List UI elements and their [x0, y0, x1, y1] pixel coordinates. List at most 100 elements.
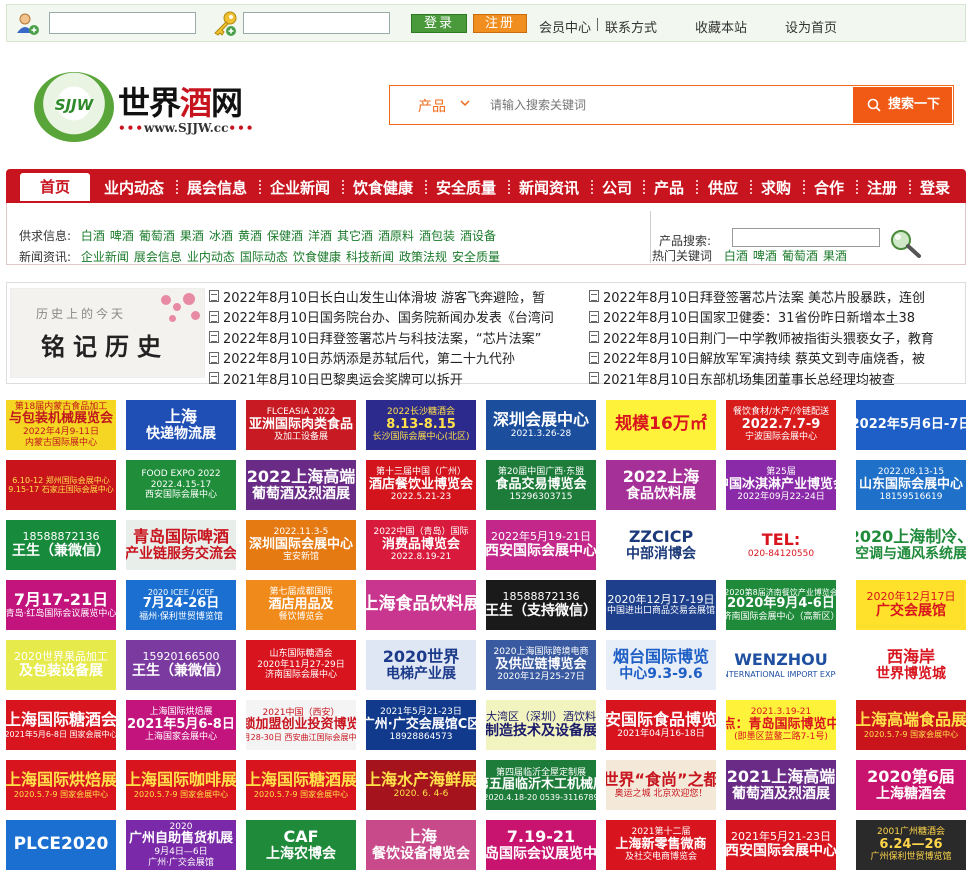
contact-link[interactable]: 联系方式: [605, 17, 657, 36]
supply-link[interactable]: 黄酒: [238, 229, 262, 243]
exhibition-ad-banner[interactable]: 2020 ICEE / ICEF 7月24-26日 福州·保利世贸博览馆: [126, 580, 236, 630]
exhibition-ad-banner[interactable]: 2022.08.13-15 山东国际会展中心 18159516619: [856, 460, 966, 510]
supply-link[interactable]: 冰酒: [209, 229, 233, 243]
exhibition-ad-banner[interactable]: 2022年5月6日-7日: [856, 400, 966, 450]
exhibition-ad-banner[interactable]: 第十三届中国（广州） 酒店餐饮业博览会 2022.5.21-23: [366, 460, 476, 510]
exhibition-ad-banner[interactable]: 2022长沙糖酒会 8.13-8.15 长沙国际会展中心(北区): [366, 400, 476, 450]
supply-link[interactable]: 酒原料: [378, 229, 414, 243]
search-input[interactable]: [490, 94, 830, 116]
supply-link[interactable]: 葡萄酒: [139, 229, 175, 243]
login-button[interactable]: 登录: [411, 14, 467, 33]
exhibition-ad-banner[interactable]: 第七届成都国际 酒店用品及 餐饮博览会: [246, 580, 356, 630]
exhibition-ad-banner[interactable]: 2022中国（青岛）国际 消费品博览会 2022.8.19-21: [366, 520, 476, 570]
news-item[interactable]: 2022年8月10日拜登签署芯片法案 美芯片股暴跌，连创: [589, 286, 959, 307]
exhibition-ad-banner[interactable]: FOOD EXPO 2022 2022.4.15-17 西安国际会展中心: [126, 460, 236, 510]
nav-safety-quality[interactable]: 安全质量: [436, 177, 496, 198]
exhibition-ad-banner[interactable]: 2001广州糖酒会 6.24—26 广州保利世贸博览馆: [856, 820, 966, 870]
exhibition-ad-banner[interactable]: 2021第十二届 上海新零售微商 及社交电商博览会: [606, 820, 716, 870]
exhibition-ad-banner[interactable]: 第四届临沂全屋定制展第五届临沂木工机械展2020.4.18-20 0539-31…: [486, 760, 596, 810]
nav-industry-news[interactable]: 业内动态: [104, 177, 164, 198]
supply-link[interactable]: 酒设备: [460, 229, 496, 243]
nav-cooperation[interactable]: 合作: [814, 177, 844, 198]
search-category-select[interactable]: 产品: [418, 96, 446, 116]
exhibition-ad-banner[interactable]: 6.10-12 郑州国际会展中心 9.15-17 石家庄国际会展中心: [6, 460, 116, 510]
exhibition-ad-banner[interactable]: 西海岸 世界博览城: [856, 640, 966, 690]
exhibition-ad-banner[interactable]: 规模16万㎡: [606, 400, 716, 450]
logo-badge[interactable]: SJJW: [34, 72, 114, 142]
username-input[interactable]: [49, 12, 196, 34]
news-category-link[interactable]: 国际动态: [240, 250, 288, 264]
hot-keyword-link[interactable]: 白酒: [724, 249, 748, 263]
set-homepage-link[interactable]: 设为首页: [785, 17, 837, 36]
exhibition-ad-banner[interactable]: 2020上海国际跨境电商 及供应链博览会 2020年12月25-27日: [486, 640, 596, 690]
exhibition-ad-banner[interactable]: TEL: 020-84120550: [726, 520, 836, 570]
exhibition-ad-banner[interactable]: 上海国际烘焙展 2021年5月6-8日 上海国家会展中心: [126, 700, 236, 750]
nav-company[interactable]: 公司: [602, 177, 632, 198]
news-item[interactable]: 2021年8月10日巴黎奥运会奖牌可以拆开: [209, 368, 579, 389]
exhibition-ad-banner[interactable]: 2021.3.19-21地点：青岛国际博览中心(即墨区蓝鳌二路7-1号): [726, 700, 836, 750]
exhibition-ad-banner[interactable]: 餐饮食材/水产/冷链配送 2022.7.7-9 宁波国际会展中心: [726, 400, 836, 450]
nav-register[interactable]: 注册: [867, 177, 897, 198]
exhibition-ad-banner[interactable]: CAF 上海农博会: [246, 820, 356, 870]
logo-title[interactable]: 世界酒网: [118, 78, 243, 124]
supply-link[interactable]: 啤酒: [110, 229, 134, 243]
exhibition-ad-banner[interactable]: 15920166500 王生（兼微信）: [126, 640, 236, 690]
exhibition-ad-banner[interactable]: 2020 广州自助售货机展 9月4日—6日 广州·广交会展馆: [126, 820, 236, 870]
exhibition-ad-banner[interactable]: 2021年5月21-23日 西安国际会展中心: [726, 820, 836, 870]
hot-keyword-link[interactable]: 果酒: [823, 249, 847, 263]
exhibition-ad-banner[interactable]: 7月17-21日 青岛·红岛国际会议展览中心: [6, 580, 116, 630]
chevron-down-icon[interactable]: [458, 96, 472, 110]
exhibition-ad-banner[interactable]: 上海食品饮料展: [366, 580, 476, 630]
news-category-link[interactable]: 饮食健康: [293, 250, 341, 264]
exhibition-ad-banner[interactable]: 第18届内蒙古食品加工 与包装机械展览会 2022年4月9-11日 内蒙古国际展中心: [6, 400, 116, 450]
news-category-link[interactable]: 企业新闻: [81, 250, 129, 264]
exhibition-ad-banner[interactable]: 上海 快递物流展: [126, 400, 236, 450]
exhibition-ad-banner[interactable]: 烟台国际博览 中心9.3-9.6: [606, 640, 716, 690]
exhibition-ad-banner[interactable]: 上海高端食品展 2020.5.7-9 国家会展中心: [856, 700, 966, 750]
exhibition-ad-banner[interactable]: 2020年12月17-19日 中国进出口商品交易会展馆: [606, 580, 716, 630]
exhibition-ad-banner[interactable]: 7.19-21红岛国际会议展览中心: [486, 820, 596, 870]
exhibition-ad-banner[interactable]: FLCEASIA 2022 亚洲国际肉类食品 及加工设备展: [246, 400, 356, 450]
exhibition-ad-banner[interactable]: 上海国际烘焙展 2020.5.7-9 国家会展中心: [6, 760, 116, 810]
exhibition-ad-banner[interactable]: ZZCICP 中部消博会: [606, 520, 716, 570]
search-button[interactable]: 搜索一下: [853, 87, 952, 123]
exhibition-ad-banner[interactable]: WENZHOU INTERNATIONAL IMPORT EXPO: [726, 640, 836, 690]
news-category-link[interactable]: 安全质量: [452, 250, 500, 264]
nav-home[interactable]: 首页: [20, 173, 90, 201]
exhibition-ad-banner[interactable]: 2020年12月17日 广交会展馆: [856, 580, 966, 630]
nav-supply[interactable]: 供应: [708, 177, 738, 198]
hot-keyword-link[interactable]: 葡萄酒: [782, 249, 818, 263]
exhibition-ad-banner[interactable]: PLCE2020: [6, 820, 116, 870]
exhibition-ad-banner[interactable]: 第25届中国冰淇淋产业博览会2022年09月22-24日: [726, 460, 836, 510]
exhibition-ad-banner[interactable]: 18588872136 王生（支持微信）: [486, 580, 596, 630]
supply-link[interactable]: 酒包装: [419, 229, 455, 243]
exhibition-ad-banner[interactable]: 2022上海高端 葡萄酒及烈酒展: [246, 460, 356, 510]
exhibition-ad-banner[interactable]: 上海国际糖酒展 2020.5.7-9 国家会展中心: [246, 760, 356, 810]
supply-link[interactable]: 保健酒: [267, 229, 303, 243]
nav-login[interactable]: 登录: [920, 177, 950, 198]
history-banner[interactable]: 历史上的今天 铭记历史: [10, 288, 205, 378]
exhibition-ad-banner[interactable]: 18588872136 王生（兼微信）: [6, 520, 116, 570]
news-item[interactable]: 2022年8月10日荆门一中学教师被指街头猥亵女子，教育: [589, 327, 959, 348]
nav-exhibitions[interactable]: 展会信息: [187, 177, 247, 198]
news-item[interactable]: 2022年8月10日国务院台办、国务院新闻办发表《台湾问: [209, 307, 579, 328]
nav-news[interactable]: 新闻资讯: [519, 177, 579, 198]
news-item[interactable]: 2022年8月10日拜登签署芯片与科技法案，“芯片法案”: [209, 327, 579, 348]
news-category-link[interactable]: 政策法规: [399, 250, 447, 264]
exhibition-ad-banner[interactable]: 2020世界果品加工 及包装设备展: [6, 640, 116, 690]
supply-link[interactable]: 白酒: [81, 229, 105, 243]
exhibition-ad-banner[interactable]: 2022.11.3-5 深圳国际会展中心 宝安新馆: [246, 520, 356, 570]
exhibition-ad-banner[interactable]: 上海水产海鲜展 2020. 6. 4-6: [366, 760, 476, 810]
exhibition-ad-banner[interactable]: 青岛国际啤酒 产业链服务交流会: [126, 520, 236, 570]
exhibition-ad-banner[interactable]: 2021中国（西安）连锁加盟创业投资博览会5月28-30日 西安曲江国际会展中心: [246, 700, 356, 750]
exhibition-ad-banner[interactable]: 2020第6届 上海糖酒会: [856, 760, 966, 810]
exhibition-ad-banner[interactable]: 上海 餐饮设备博览会: [366, 820, 476, 870]
exhibition-ad-banner[interactable]: 2020世界 电梯产业展: [366, 640, 476, 690]
register-button[interactable]: 注册: [473, 14, 527, 33]
nav-diet-health[interactable]: 饮食健康: [353, 177, 413, 198]
password-input[interactable]: [243, 12, 390, 34]
product-search-input[interactable]: [732, 228, 880, 247]
exhibition-ad-banner[interactable]: 世界“食尚”之都 奥运之城 北京欢迎您！: [606, 760, 716, 810]
exhibition-ad-banner[interactable]: 2020第8届济南餐饮产业博览会 2020年9月4-6日 济南国际会展中心（高新区）: [726, 580, 836, 630]
exhibition-ad-banner[interactable]: 2020上海制冷、空调与通风系统展: [856, 520, 966, 570]
